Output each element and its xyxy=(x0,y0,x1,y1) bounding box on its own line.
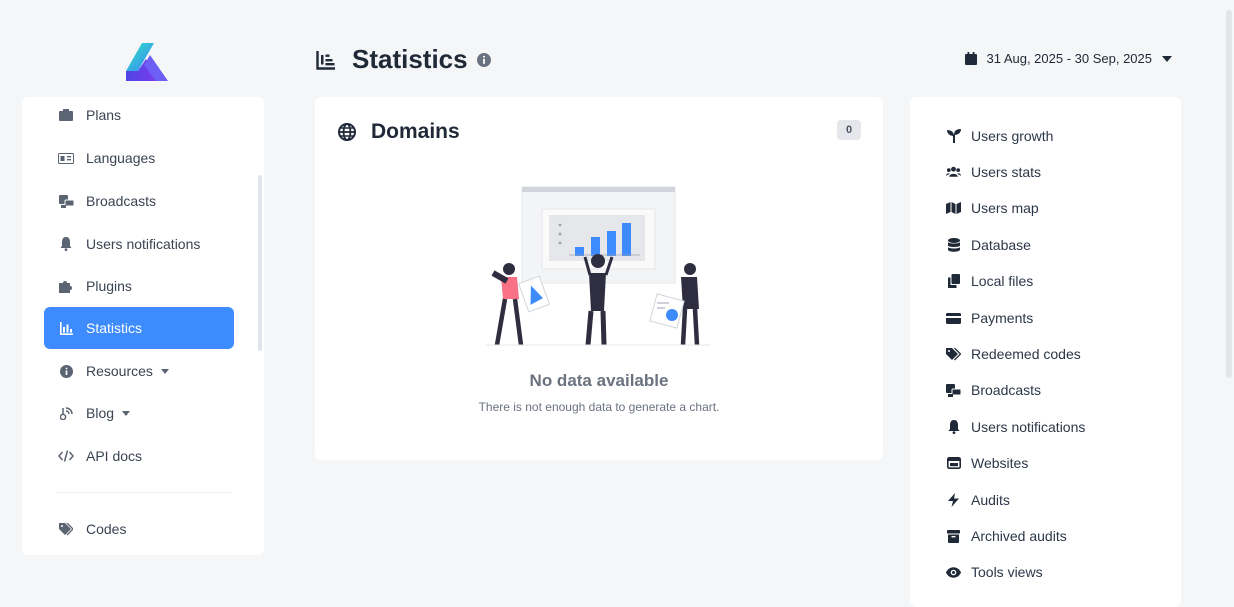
stats-nav-label: Users notifications xyxy=(971,419,1086,435)
tags-icon xyxy=(946,347,961,362)
date-range-picker[interactable]: 31 Aug, 2025 - 30 Sep, 2025 xyxy=(965,51,1172,66)
stats-nav-broadcasts[interactable]: Broadcasts xyxy=(946,382,1041,398)
sidebar-item-label: Users notifications xyxy=(86,236,201,252)
archive-icon xyxy=(946,529,961,544)
sidebar-item-label: Plugins xyxy=(86,278,132,294)
stats-nav-tools-views[interactable]: Tools views xyxy=(946,564,1043,580)
stats-nav-payments[interactable]: Payments xyxy=(946,310,1033,326)
broadcast-icon xyxy=(58,193,74,209)
stats-nav-database[interactable]: Database xyxy=(946,237,1031,253)
stats-nav-users-growth[interactable]: Users growth xyxy=(946,128,1053,144)
domains-card: Domains 0 No data available There is not… xyxy=(315,97,883,460)
card-header: Domains xyxy=(338,120,460,144)
map-icon xyxy=(946,201,961,216)
stats-nav-label: Broadcasts xyxy=(971,382,1042,398)
bell-icon xyxy=(58,236,74,252)
page-scrollbar[interactable] xyxy=(1226,10,1232,378)
date-range-text: 31 Aug, 2025 - 30 Sep, 2025 xyxy=(986,51,1152,66)
seedling-icon xyxy=(946,129,961,144)
stats-nav-users-map[interactable]: Users map xyxy=(946,200,1039,216)
page-title: Statistics xyxy=(316,44,491,75)
stats-nav-label: Websites xyxy=(971,455,1029,471)
sidebar-item-plugins[interactable]: Plugins xyxy=(44,265,234,307)
copy-icon xyxy=(946,274,961,289)
chevron-down-icon xyxy=(1162,55,1172,62)
stats-nav-label: Archived audits xyxy=(971,528,1067,544)
info-icon[interactable] xyxy=(476,52,491,67)
stats-nav-local-files[interactable]: Local files xyxy=(946,273,1033,289)
puzzle-icon xyxy=(58,278,74,294)
sidebar-divider xyxy=(56,492,232,493)
stats-nav-users-notifications[interactable]: Users notifications xyxy=(946,419,1085,435)
stats-nav-audits[interactable]: Audits xyxy=(946,492,1010,508)
box-icon xyxy=(58,107,74,123)
count-badge: 0 xyxy=(837,120,861,140)
credit-card-icon xyxy=(946,311,961,326)
calendar-icon xyxy=(965,52,978,65)
chart-icon xyxy=(58,320,74,336)
window-icon xyxy=(946,456,961,471)
users-icon xyxy=(946,165,961,180)
info-icon xyxy=(58,363,74,379)
language-icon xyxy=(58,150,74,166)
app-logo[interactable] xyxy=(124,43,170,83)
sidebar-item-plans[interactable]: Plans xyxy=(44,97,234,136)
stats-nav-redeemed-codes[interactable]: Redeemed codes xyxy=(946,346,1081,362)
stats-nav-archived-audits[interactable]: Archived audits xyxy=(946,528,1067,544)
bell-icon xyxy=(946,420,961,435)
sidebar-item-statistics[interactable]: Statistics xyxy=(44,307,234,349)
sidebar-item-users-notifications[interactable]: Users notifications xyxy=(44,223,234,265)
eye-icon xyxy=(946,565,961,580)
sidebar-item-label: API docs xyxy=(86,448,143,464)
stats-nav-label: Users stats xyxy=(971,164,1042,180)
globe-icon xyxy=(338,123,356,141)
tag-icon xyxy=(58,521,74,537)
empty-state-subtitle: There is not enough data to generate a c… xyxy=(478,400,720,414)
sidebar-item-label: Resources xyxy=(86,363,153,379)
sidebar-item-broadcasts[interactable]: Broadcasts xyxy=(44,180,234,222)
sidebar: Plans Languages Broadcasts Users notific… xyxy=(22,97,264,555)
sidebar-scrollbar[interactable] xyxy=(258,175,262,351)
bolt-icon xyxy=(946,493,961,508)
card-title: Domains xyxy=(371,120,460,143)
stats-nav-label: Users map xyxy=(971,200,1039,216)
sidebar-item-label: Statistics xyxy=(86,320,143,336)
stats-nav-label: Audits xyxy=(971,492,1010,508)
chevron-down-icon xyxy=(122,410,131,416)
broadcast-icon xyxy=(946,383,961,398)
stats-nav-panel: Users growth Users stats Users map Datab… xyxy=(910,97,1181,607)
stats-nav-label: Payments xyxy=(971,310,1034,326)
sidebar-item-api-docs[interactable]: API docs xyxy=(44,435,234,477)
page-title-text: Statistics xyxy=(352,44,468,74)
sidebar-item-label: Blog xyxy=(86,405,115,421)
chart-icon xyxy=(316,50,335,70)
database-icon xyxy=(946,238,961,253)
sidebar-item-label: Plans xyxy=(86,107,122,123)
sidebar-item-label: Languages xyxy=(86,150,156,166)
sidebar-item-languages[interactable]: Languages xyxy=(44,137,234,179)
sidebar-item-blog[interactable]: Blog xyxy=(44,392,234,434)
sidebar-item-label: Broadcasts xyxy=(86,193,157,209)
stats-nav-label: Local files xyxy=(971,273,1034,289)
stats-nav-websites[interactable]: Websites xyxy=(946,455,1028,471)
stats-nav-label: Tools views xyxy=(971,564,1043,580)
sidebar-item-codes[interactable]: Codes xyxy=(44,508,234,550)
empty-state-title: No data available xyxy=(529,371,669,390)
stats-nav-label: Database xyxy=(971,237,1031,253)
stats-nav-users-stats[interactable]: Users stats xyxy=(946,164,1041,180)
stats-nav-label: Users growth xyxy=(971,128,1054,144)
no-data-illustration xyxy=(485,186,710,346)
sidebar-item-resources[interactable]: Resources xyxy=(44,350,234,392)
sidebar-item-label: Codes xyxy=(86,521,127,537)
chevron-down-icon xyxy=(160,368,169,374)
blog-icon xyxy=(58,405,74,421)
code-icon xyxy=(58,448,74,464)
stats-nav-label: Redeemed codes xyxy=(971,346,1081,362)
